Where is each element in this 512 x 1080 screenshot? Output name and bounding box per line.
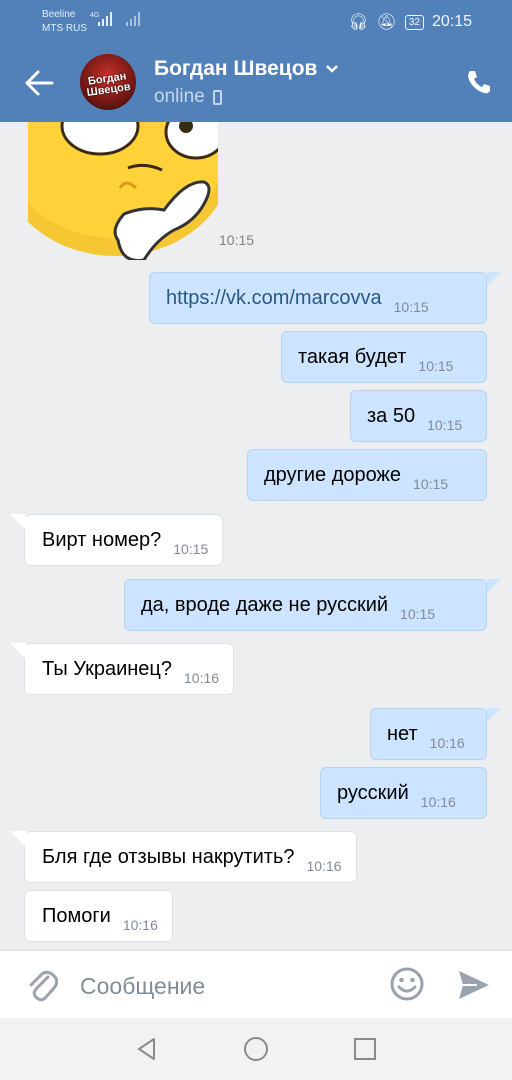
message-text: нет [387, 722, 418, 745]
bubble-tail-out [487, 708, 501, 722]
mute-bell-icon: 🔕︎ [376, 14, 397, 31]
incoming-message-bubble[interactable]: Вирт номер? 10:15 [24, 514, 224, 566]
status-right: 🎧︎ 🔕︎ 32 20:15 [348, 12, 472, 32]
message-time: 10:16 [184, 670, 220, 686]
bubble-tail-in [10, 514, 26, 530]
bubble-tail-out [487, 272, 501, 286]
message-text: русский [337, 781, 409, 804]
outgoing-message-bubble[interactable]: русский 10:16 [320, 767, 487, 819]
message-link[interactable]: https://vk.com/marcovva [166, 287, 382, 310]
message-text: Ты Украинец? [42, 657, 172, 680]
message-time: 10:15 [173, 541, 209, 557]
incoming-message-bubble[interactable]: Ты Украинец? 10:16 [24, 643, 235, 695]
message-time: 10:16 [420, 794, 456, 810]
signal-icon-2 [126, 12, 140, 26]
chat-header: Beeline MTS RUS 4G 🎧︎ 🔕︎ 32 20:15 Богдан… [0, 0, 512, 122]
mobile-device-icon [212, 89, 222, 105]
headphones-icon: 🎧︎ [348, 14, 369, 31]
outgoing-message-bubble[interactable]: https://vk.com/marcovva 10:15 [149, 272, 487, 324]
avatar[interactable]: Богдан Швецов [80, 54, 136, 110]
chevron-down-icon [326, 65, 339, 73]
paperclip-icon[interactable] [26, 967, 58, 1003]
outgoing-message-bubble[interactable]: другие дороже 10:15 [247, 449, 487, 501]
contact-name-text: Богдан Швецов [154, 57, 318, 80]
emoji-icon[interactable] [389, 966, 425, 1002]
nav-back-icon[interactable] [134, 1036, 160, 1062]
sticker-time: 10:15 [219, 232, 255, 248]
message-time: 10:15 [418, 358, 454, 374]
message-text: Бля где отзывы накрутить? [42, 845, 295, 868]
message-time: 10:15 [427, 417, 463, 433]
message-time: 10:16 [306, 858, 342, 874]
message-text: другие дороже [264, 463, 402, 486]
bubble-tail-in [10, 831, 26, 847]
message-time: 10:15 [393, 299, 429, 315]
carrier-1: Beeline [42, 9, 76, 20]
incoming-message-bubble[interactable]: Помоги 10:16 [24, 890, 173, 942]
battery-icon: 32 [404, 14, 424, 30]
outgoing-message-bubble[interactable]: такая будет 10:15 [281, 331, 487, 383]
carrier-2: MTS RUS [42, 23, 87, 34]
system-nav-bar [0, 1018, 512, 1080]
send-icon[interactable] [457, 969, 491, 1001]
phone-call-icon[interactable] [464, 68, 492, 96]
bubble-tail-in [10, 643, 26, 659]
status-bar: Beeline MTS RUS 4G 🎧︎ 🔕︎ 32 20:15 [0, 0, 512, 44]
message-text: такая будет [298, 345, 407, 368]
nav-home-icon[interactable] [243, 1036, 269, 1062]
bubble-tail-out [487, 579, 501, 593]
nav-recents-icon[interactable] [352, 1036, 378, 1062]
message-text: за 50 [367, 404, 416, 427]
outgoing-message-bubble[interactable]: нет 10:16 [370, 708, 487, 760]
message-time: 10:16 [429, 735, 465, 751]
contact-status-text: online [154, 86, 205, 107]
contact-status: online [154, 86, 222, 108]
outgoing-message-bubble[interactable]: за 50 10:15 [350, 390, 487, 442]
contact-name[interactable]: Богдан Швецов [154, 57, 339, 81]
message-time: 10:16 [122, 917, 158, 933]
message-input[interactable] [80, 969, 370, 1003]
incoming-message-bubble[interactable]: Бля где отзывы накрутить? 10:16 [24, 831, 357, 883]
message-text: да, вроде даже не русский [141, 593, 389, 616]
message-text: Вирт номер? [42, 528, 162, 551]
message-time: 10:15 [400, 606, 436, 622]
signal-icon [98, 12, 112, 26]
back-arrow-icon[interactable] [22, 66, 56, 100]
carrier-info: Beeline MTS RUS [42, 8, 87, 36]
outgoing-message-bubble[interactable]: да, вроде даже не русский 10:15 [124, 579, 487, 631]
composer-bar [0, 950, 512, 1018]
message-time: 10:15 [413, 476, 449, 492]
message-text: Помоги [42, 904, 111, 927]
avatar-caption: Богдан Швецов [80, 70, 136, 100]
status-time: 20:15 [431, 13, 472, 30]
